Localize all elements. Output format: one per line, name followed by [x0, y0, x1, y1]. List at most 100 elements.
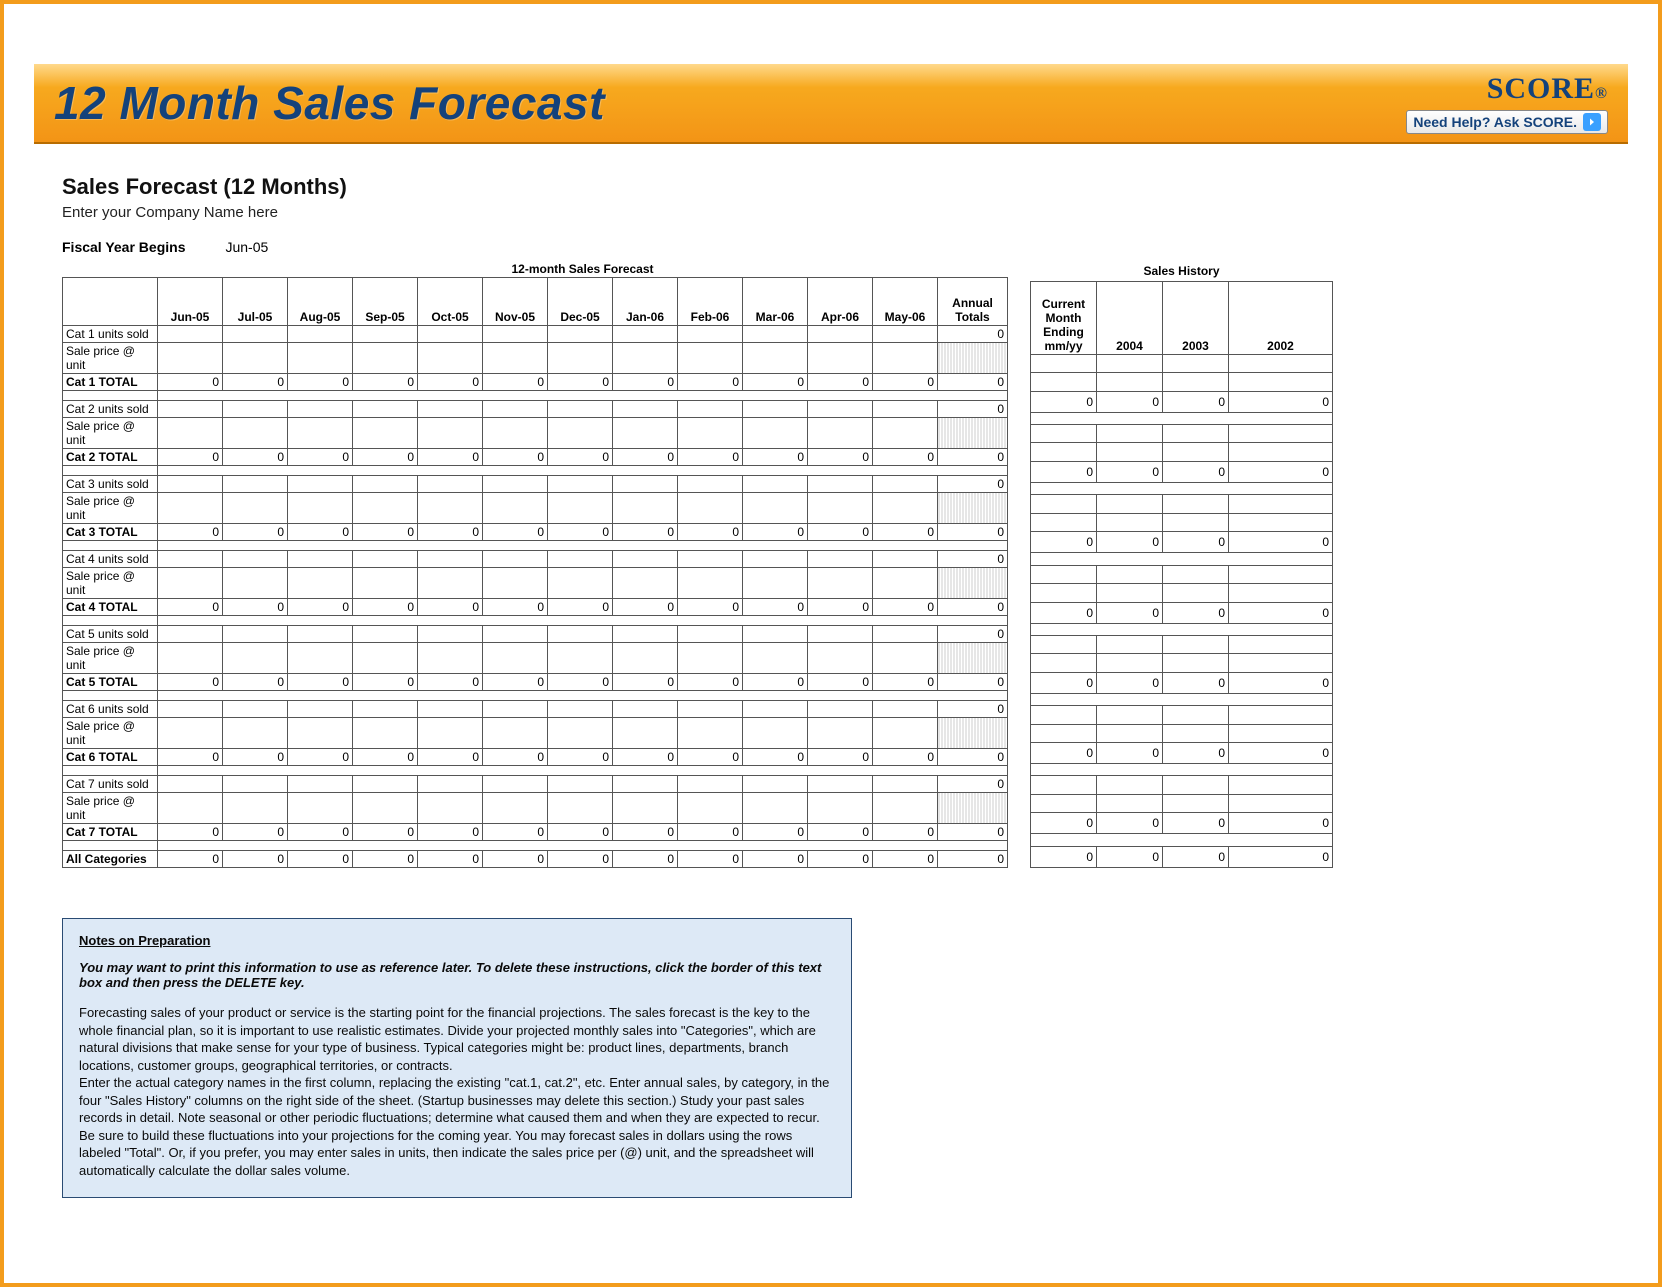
row-label[interactable]: Cat 7 units sold: [63, 776, 158, 793]
cell[interactable]: [288, 551, 353, 568]
row-label[interactable]: Sale price @ unit: [63, 793, 158, 824]
cell[interactable]: [1031, 654, 1097, 673]
cell[interactable]: 0: [158, 749, 223, 766]
cell[interactable]: [678, 343, 743, 374]
cell[interactable]: [808, 701, 873, 718]
cell[interactable]: [1163, 513, 1229, 532]
cell[interactable]: [1097, 495, 1163, 514]
cell[interactable]: [1031, 553, 1333, 565]
cell[interactable]: 0: [938, 476, 1008, 493]
cell[interactable]: 0: [1031, 602, 1097, 623]
cell[interactable]: [678, 401, 743, 418]
cell[interactable]: 0: [938, 851, 1008, 868]
row-label[interactable]: Cat 6 TOTAL: [63, 749, 158, 766]
cell[interactable]: 0: [1097, 743, 1163, 764]
company-name[interactable]: Enter your Company Name here: [62, 204, 1600, 221]
cell[interactable]: 0: [353, 674, 418, 691]
cell[interactable]: 0: [548, 851, 613, 868]
cell[interactable]: [743, 343, 808, 374]
cell[interactable]: [1097, 443, 1163, 462]
cell[interactable]: [483, 326, 548, 343]
cell[interactable]: [873, 643, 938, 674]
cell[interactable]: [158, 466, 1008, 476]
cell[interactable]: 0: [158, 374, 223, 391]
cell[interactable]: [353, 718, 418, 749]
cell[interactable]: [1163, 354, 1229, 373]
cell[interactable]: 0: [158, 524, 223, 541]
cell[interactable]: 0: [548, 449, 613, 466]
cell[interactable]: [1163, 565, 1229, 584]
cell[interactable]: 0: [938, 674, 1008, 691]
cell[interactable]: [1031, 724, 1097, 743]
cell[interactable]: [158, 476, 223, 493]
cell[interactable]: [63, 766, 158, 776]
cell[interactable]: 0: [548, 374, 613, 391]
row-label[interactable]: Cat 1 TOTAL: [63, 374, 158, 391]
cell[interactable]: [613, 643, 678, 674]
cell[interactable]: 0: [613, 749, 678, 766]
cell[interactable]: 0: [1031, 813, 1097, 834]
cell[interactable]: 0: [873, 524, 938, 541]
cell[interactable]: [223, 343, 288, 374]
cell[interactable]: [873, 343, 938, 374]
cell[interactable]: [678, 568, 743, 599]
cell[interactable]: [678, 551, 743, 568]
cell[interactable]: [678, 476, 743, 493]
row-label[interactable]: Cat 4 TOTAL: [63, 599, 158, 616]
cell[interactable]: 0: [678, 824, 743, 841]
cell[interactable]: [1097, 654, 1163, 673]
cell[interactable]: [418, 568, 483, 599]
history-table[interactable]: Sales History Current Month Ending mm/yy…: [1030, 261, 1333, 868]
cell[interactable]: [158, 418, 223, 449]
cell[interactable]: [158, 701, 223, 718]
cell[interactable]: 0: [288, 449, 353, 466]
row-label[interactable]: Cat 2 TOTAL: [63, 449, 158, 466]
row-label[interactable]: Cat 4 units sold: [63, 551, 158, 568]
cell[interactable]: 0: [743, 524, 808, 541]
cell[interactable]: 0: [223, 374, 288, 391]
cell[interactable]: [63, 841, 158, 851]
cell[interactable]: [1031, 412, 1333, 424]
cell[interactable]: 0: [613, 824, 678, 841]
row-label[interactable]: Sale price @ unit: [63, 568, 158, 599]
cell[interactable]: [808, 643, 873, 674]
cell[interactable]: [548, 568, 613, 599]
cell[interactable]: [548, 476, 613, 493]
cell[interactable]: [1229, 706, 1333, 725]
cell[interactable]: [678, 643, 743, 674]
cell[interactable]: 0: [353, 824, 418, 841]
cell[interactable]: [353, 476, 418, 493]
cell[interactable]: [483, 343, 548, 374]
cell[interactable]: [1031, 584, 1097, 603]
cell[interactable]: [1229, 635, 1333, 654]
cell[interactable]: [548, 626, 613, 643]
cell[interactable]: 0: [873, 599, 938, 616]
cell[interactable]: [873, 551, 938, 568]
cell[interactable]: 0: [1097, 602, 1163, 623]
cell[interactable]: 0: [678, 851, 743, 868]
cell[interactable]: 0: [678, 449, 743, 466]
cell[interactable]: [418, 418, 483, 449]
cell[interactable]: [1097, 706, 1163, 725]
cell[interactable]: [158, 551, 223, 568]
cell[interactable]: [223, 718, 288, 749]
cell[interactable]: [223, 401, 288, 418]
cell[interactable]: [873, 776, 938, 793]
cell[interactable]: 0: [1163, 846, 1229, 867]
cell[interactable]: 0: [938, 326, 1008, 343]
cell[interactable]: [483, 776, 548, 793]
cell[interactable]: 0: [223, 599, 288, 616]
cell[interactable]: 0: [1163, 602, 1229, 623]
cell[interactable]: 0: [938, 401, 1008, 418]
cell[interactable]: [548, 776, 613, 793]
cell[interactable]: [483, 551, 548, 568]
cell[interactable]: [63, 391, 158, 401]
cell[interactable]: 0: [1031, 391, 1097, 412]
notes-box[interactable]: Notes on Preparation You may want to pri…: [62, 918, 852, 1198]
cell[interactable]: [1097, 794, 1163, 813]
cell[interactable]: [353, 418, 418, 449]
cell[interactable]: [548, 326, 613, 343]
cell[interactable]: 0: [1097, 813, 1163, 834]
cell[interactable]: [353, 793, 418, 824]
cell[interactable]: 0: [808, 851, 873, 868]
